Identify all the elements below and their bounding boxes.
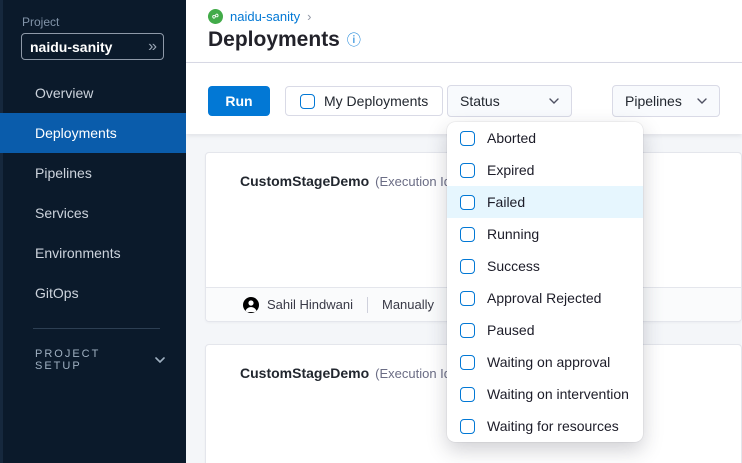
status-option-paused[interactable]: Paused bbox=[447, 314, 643, 346]
sidebar-item-label: GitOps bbox=[35, 285, 79, 301]
status-option-label: Waiting for resources bbox=[487, 418, 619, 434]
status-option-label: Aborted bbox=[487, 130, 536, 146]
status-filter-dropdown[interactable]: Status bbox=[447, 85, 572, 117]
page-header: ∞ naidu-sanity › Deployments ⓘ bbox=[186, 0, 742, 63]
sidebar-item-gitops[interactable]: GitOps bbox=[0, 273, 186, 313]
status-option-label: Expired bbox=[487, 162, 534, 178]
execution-id: (Execution Id bbox=[375, 366, 451, 381]
execution-id: (Execution Id bbox=[375, 174, 451, 189]
pipelines-filter-dropdown[interactable]: Pipelines bbox=[612, 85, 720, 117]
pipelines-filter-label: Pipelines bbox=[625, 93, 682, 109]
project-picker-value[interactable]: naidu-sanity bbox=[30, 39, 148, 55]
footer-divider bbox=[367, 297, 368, 313]
avatar bbox=[243, 297, 259, 313]
checkbox-icon[interactable] bbox=[460, 291, 475, 306]
sidebar-item-label: Pipelines bbox=[35, 165, 92, 181]
status-option-label: Paused bbox=[487, 322, 534, 338]
status-filter-label: Status bbox=[460, 93, 500, 109]
sidebar-item-environments[interactable]: Environments bbox=[0, 233, 186, 273]
chevron-down-icon bbox=[549, 98, 559, 104]
sidebar-item-pipelines[interactable]: Pipelines bbox=[0, 153, 186, 193]
sidebar-item-label: Deployments bbox=[35, 125, 117, 141]
checkbox-icon[interactable] bbox=[460, 131, 475, 146]
status-option-expired[interactable]: Expired bbox=[447, 154, 643, 186]
chevron-down-icon bbox=[697, 98, 707, 104]
checkbox-icon[interactable] bbox=[460, 163, 475, 178]
sidebar-item-label: Environments bbox=[35, 245, 121, 261]
status-filter-menu: Aborted Expired Failed Running Success A… bbox=[447, 122, 643, 442]
trigger-type: Manually bbox=[382, 297, 434, 312]
my-deployments-label: My Deployments bbox=[324, 93, 428, 109]
sidebar-item-overview[interactable]: Overview bbox=[0, 73, 186, 113]
status-option-label: Waiting on approval bbox=[487, 354, 610, 370]
project-setup-label: PROJECT SETUP bbox=[35, 348, 141, 372]
status-option-running[interactable]: Running bbox=[447, 218, 643, 250]
breadcrumb-chevron-icon: › bbox=[307, 9, 311, 24]
sidebar-nav: Overview Deployments Pipelines Services … bbox=[0, 73, 186, 313]
checkbox-icon[interactable] bbox=[460, 355, 475, 370]
pipeline-name[interactable]: CustomStageDemo bbox=[240, 173, 369, 189]
expand-project-icon[interactable]: » bbox=[148, 39, 155, 55]
pipeline-name[interactable]: CustomStageDemo bbox=[240, 365, 369, 381]
my-deployments-filter[interactable]: My Deployments bbox=[285, 86, 443, 116]
chevron-down-icon bbox=[155, 357, 165, 363]
status-option-label: Approval Rejected bbox=[487, 290, 601, 306]
status-option-label: Running bbox=[487, 226, 539, 242]
info-icon[interactable]: ⓘ bbox=[347, 33, 361, 47]
cd-module-icon: ∞ bbox=[206, 7, 226, 27]
checkbox-icon[interactable] bbox=[460, 195, 475, 210]
status-option-label: Failed bbox=[487, 194, 525, 210]
checkbox-icon[interactable] bbox=[300, 94, 315, 109]
breadcrumb-project-link[interactable]: naidu-sanity bbox=[230, 9, 300, 24]
app-window: Project naidu-sanity » Overview Deployme… bbox=[0, 0, 742, 463]
checkbox-icon[interactable] bbox=[460, 419, 475, 434]
checkbox-icon[interactable] bbox=[460, 323, 475, 338]
sidebar-item-deployments[interactable]: Deployments bbox=[0, 113, 186, 153]
run-button[interactable]: Run bbox=[208, 86, 270, 116]
checkbox-icon[interactable] bbox=[460, 227, 475, 242]
project-picker[interactable]: naidu-sanity » bbox=[21, 33, 164, 60]
status-option-waiting-on-intervention[interactable]: Waiting on intervention bbox=[447, 378, 643, 410]
sidebar-item-label: Services bbox=[35, 205, 89, 221]
sidebar-item-label: Overview bbox=[35, 85, 93, 101]
project-label: Project bbox=[22, 15, 59, 29]
page-title: Deployments bbox=[208, 28, 340, 52]
status-option-waiting-on-approval[interactable]: Waiting on approval bbox=[447, 346, 643, 378]
status-option-failed[interactable]: Failed bbox=[447, 186, 643, 218]
project-setup-toggle[interactable]: PROJECT SETUP bbox=[35, 348, 165, 372]
checkbox-icon[interactable] bbox=[460, 259, 475, 274]
status-option-label: Success bbox=[487, 258, 540, 274]
checkbox-icon[interactable] bbox=[460, 387, 475, 402]
sidebar-divider bbox=[33, 328, 160, 329]
sidebar-item-services[interactable]: Services bbox=[0, 193, 186, 233]
breadcrumb: ∞ naidu-sanity › bbox=[208, 9, 311, 24]
project-sidebar: Project naidu-sanity » Overview Deployme… bbox=[0, 0, 186, 463]
status-option-aborted[interactable]: Aborted bbox=[447, 122, 643, 154]
status-option-label: Waiting on intervention bbox=[487, 386, 629, 402]
trigger-user: Sahil Hindwani bbox=[267, 297, 353, 312]
status-option-success[interactable]: Success bbox=[447, 250, 643, 282]
status-option-approval-rejected[interactable]: Approval Rejected bbox=[447, 282, 643, 314]
status-option-waiting-for-resources[interactable]: Waiting for resources bbox=[447, 410, 643, 442]
